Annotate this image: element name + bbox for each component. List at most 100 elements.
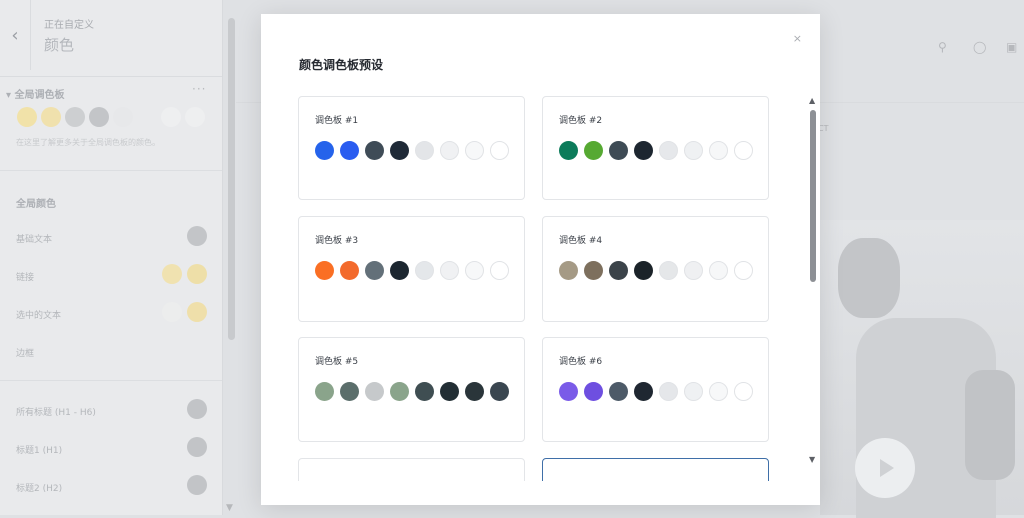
- color-swatch: [684, 141, 703, 160]
- global-swatch[interactable]: [41, 107, 61, 127]
- hero-backpack: [965, 370, 1015, 480]
- chevron-left-icon: ‹: [11, 24, 19, 46]
- user-icon[interactable]: ◯: [973, 40, 987, 54]
- color-swatch: [709, 141, 728, 160]
- color-picker[interactable]: [187, 475, 207, 495]
- color-swatch: [490, 141, 509, 160]
- color-swatch: [365, 382, 384, 401]
- palette-card[interactable]: 调色板 #6: [542, 337, 769, 442]
- row-label-link: 链接: [16, 273, 35, 283]
- back-button[interactable]: ‹: [0, 0, 31, 70]
- row-label-h2: 标题2 (H2): [16, 484, 63, 494]
- global-swatch[interactable]: [65, 107, 85, 127]
- color-swatch: [490, 382, 509, 401]
- color-swatch: [390, 261, 409, 280]
- color-swatch: [634, 141, 653, 160]
- color-swatch: [609, 141, 628, 160]
- cart-icon[interactable]: ▣: [1006, 40, 1020, 54]
- scroll-down-icon[interactable]: ▼: [226, 503, 233, 513]
- color-swatch: [315, 141, 334, 160]
- color-swatch: [609, 382, 628, 401]
- color-swatch: [559, 382, 578, 401]
- palette-card[interactable]: 调色板 #5: [298, 337, 525, 442]
- palette-card[interactable]: 调色板 #1: [298, 96, 525, 200]
- color-swatch: [365, 141, 384, 160]
- color-swatch: [559, 261, 578, 280]
- divider: [0, 380, 222, 381]
- color-swatch: [734, 261, 753, 280]
- color-swatch: [659, 261, 678, 280]
- color-swatch: [365, 261, 384, 280]
- play-icon: [880, 459, 894, 477]
- color-picker[interactable]: [187, 302, 207, 322]
- palette-card[interactable]: 调色板 #2: [542, 96, 769, 200]
- palette-card[interactable]: 调色板 #4: [542, 216, 769, 322]
- color-swatch: [415, 382, 434, 401]
- color-swatch: [684, 261, 703, 280]
- row-label-base-text: 基础文本: [16, 235, 53, 245]
- color-swatch: [609, 261, 628, 280]
- palette-swatches: [315, 382, 515, 401]
- more-options-icon[interactable]: ···: [192, 82, 206, 96]
- global-swatch[interactable]: [161, 107, 181, 127]
- global-swatch[interactable]: [17, 107, 37, 127]
- row-label-all-headings: 所有标题 (H1 - H6): [16, 408, 96, 418]
- palette-swatches: [315, 261, 515, 280]
- palette-presets-modal: × 颜色调色板预设 调色板 #1 调色板 #2 调色板 #3 调色板 #4 调色…: [261, 14, 820, 505]
- color-swatch: [584, 261, 603, 280]
- global-palette-toggle[interactable]: ▾ 全局调色板: [6, 86, 65, 101]
- global-colors-title: 全局颜色: [16, 199, 56, 210]
- color-swatch: [465, 261, 484, 280]
- color-picker[interactable]: [187, 437, 207, 457]
- color-swatch: [709, 382, 728, 401]
- global-palette-title: 全局调色板: [14, 90, 65, 101]
- color-swatch: [440, 382, 459, 401]
- palette-card[interactable]: [298, 458, 525, 481]
- color-swatch: [390, 382, 409, 401]
- global-swatch[interactable]: [185, 107, 205, 127]
- customizer-panel: ‹ 正在自定义 颜色 ▾ 全局调色板 ··· 在这里了解更多关于全局调色板的颜色…: [0, 0, 223, 515]
- palette-card[interactable]: 调色板 #3: [298, 216, 525, 322]
- color-swatch: [440, 261, 459, 280]
- global-swatch[interactable]: [113, 107, 133, 127]
- scroll-down-icon[interactable]: ▼: [809, 455, 815, 464]
- global-swatch[interactable]: [137, 107, 157, 127]
- close-icon[interactable]: ×: [793, 32, 802, 45]
- divider: [0, 170, 222, 171]
- scroll-up-icon[interactable]: ▲: [809, 96, 815, 105]
- color-swatch: [634, 261, 653, 280]
- palette-grid: 调色板 #1 调色板 #2 调色板 #3 调色板 #4 调色板 #5 调色板 #…: [298, 96, 798, 481]
- row-label-h1: 标题1 (H1): [16, 446, 63, 456]
- palette-card-selected[interactable]: [542, 458, 769, 481]
- color-swatch: [415, 141, 434, 160]
- play-button[interactable]: [855, 438, 915, 498]
- palette-name: 调色板 #4: [559, 236, 603, 246]
- palette-name: 调色板 #1: [315, 116, 359, 126]
- palette-swatches: [315, 141, 515, 160]
- color-swatch: [734, 141, 753, 160]
- search-icon[interactable]: ⚲: [938, 40, 952, 54]
- color-swatch: [465, 382, 484, 401]
- row-label-selected-text: 选中的文本: [16, 311, 62, 321]
- customizer-header: ‹ 正在自定义 颜色: [0, 0, 222, 77]
- color-swatch: [415, 261, 434, 280]
- color-swatch: [584, 382, 603, 401]
- color-picker[interactable]: [187, 264, 207, 284]
- customizer-scrollbar[interactable]: [228, 18, 235, 340]
- color-swatch: [340, 261, 359, 280]
- color-picker[interactable]: [162, 302, 182, 322]
- color-swatch: [315, 261, 334, 280]
- color-swatch: [634, 382, 653, 401]
- color-picker[interactable]: [187, 226, 207, 246]
- customizer-subtitle: 正在自定义: [44, 20, 94, 31]
- global-swatch[interactable]: [89, 107, 109, 127]
- palette-swatches: [559, 261, 759, 280]
- customizer-title: 颜色: [44, 36, 75, 54]
- color-picker[interactable]: [187, 399, 207, 419]
- color-swatch: [465, 141, 484, 160]
- color-swatch: [709, 261, 728, 280]
- color-picker[interactable]: [162, 264, 182, 284]
- modal-scrollbar-thumb[interactable]: [810, 110, 816, 282]
- hero-person-head: [838, 238, 900, 318]
- palette-name: 调色板 #3: [315, 236, 359, 246]
